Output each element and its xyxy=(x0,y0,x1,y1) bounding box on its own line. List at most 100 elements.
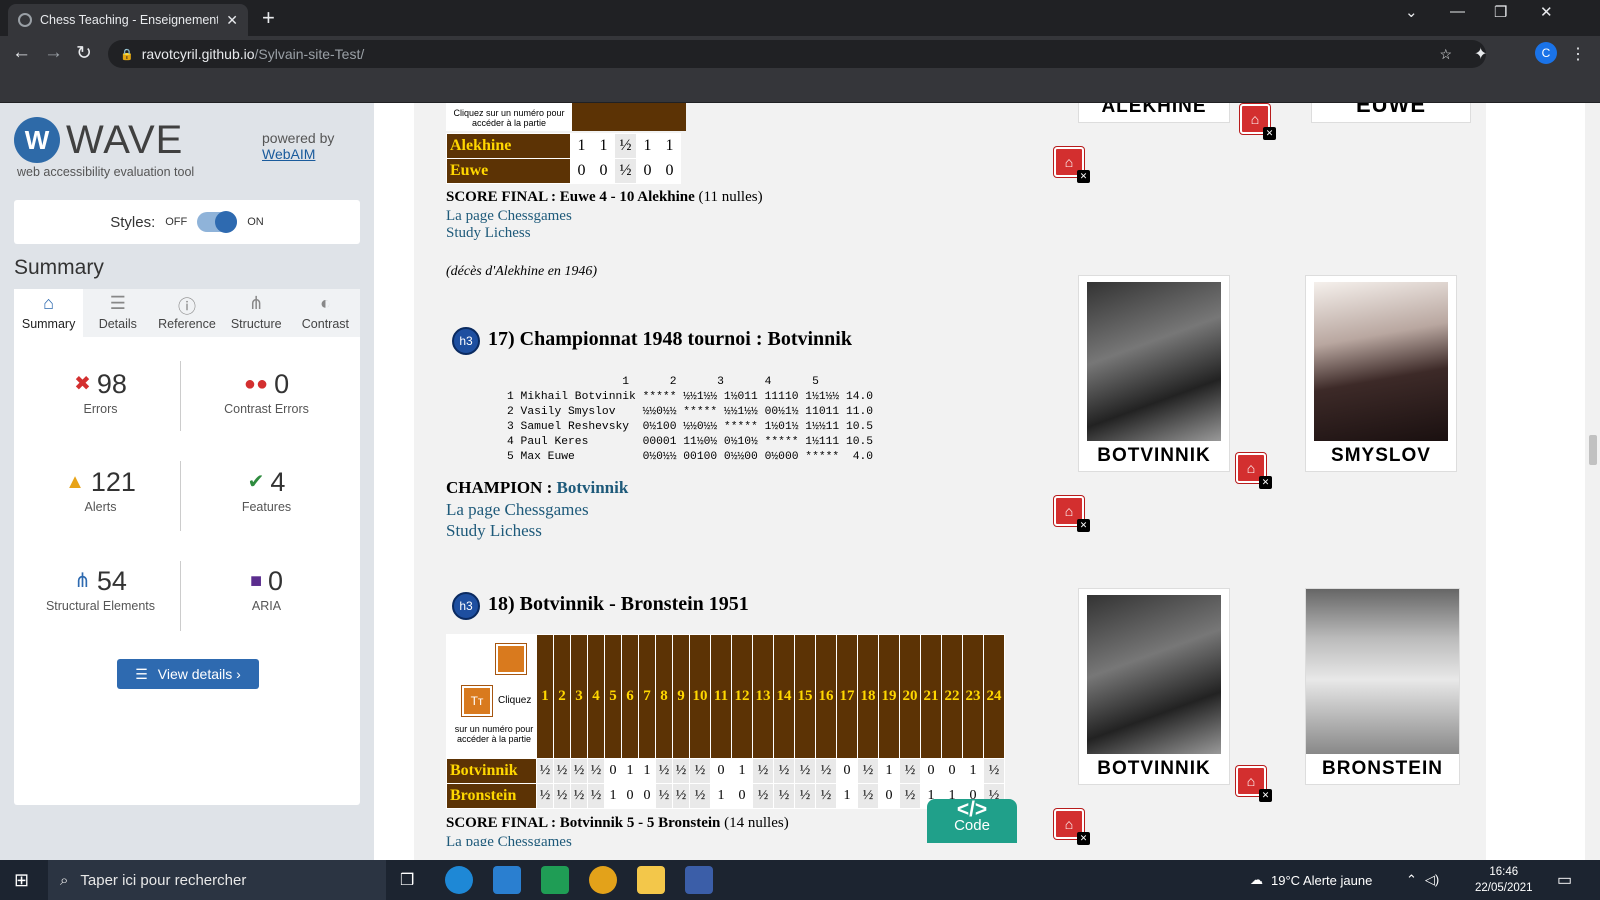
forward-arrow-icon[interactable]: → xyxy=(44,42,63,64)
alerts-stat[interactable]: ▲ 121 Alerts xyxy=(14,467,187,514)
scrollbar-thumb[interactable] xyxy=(1589,435,1597,465)
score-cell[interactable]: ½ xyxy=(536,758,554,784)
game-number-cell[interactable]: 15 xyxy=(794,634,816,759)
app-icon[interactable] xyxy=(685,866,713,894)
score-cell[interactable]: ½ xyxy=(794,758,816,784)
game-number-cell[interactable]: 7 xyxy=(638,634,656,759)
task-view-icon[interactable]: ❒ xyxy=(400,870,414,890)
sheets-icon[interactable] xyxy=(541,866,569,894)
score-cell[interactable]: ½ xyxy=(614,158,637,184)
contrast-stat[interactable]: ●● 0 Contrast Errors xyxy=(180,369,353,416)
score-cell[interactable]: 1 xyxy=(836,783,858,809)
game-number-cell[interactable]: 16 xyxy=(815,634,837,759)
structural-stat[interactable]: ⋔ 54 Structural Elements xyxy=(14,566,187,613)
game-number-cell[interactable]: 11 xyxy=(710,634,732,759)
vscode-icon[interactable] xyxy=(493,866,521,894)
score-cell[interactable]: ½ xyxy=(689,783,711,809)
wave-h3-icon[interactable]: h3 xyxy=(452,592,480,620)
score-cell[interactable]: 0 xyxy=(592,158,615,184)
score-cell[interactable]: 0 xyxy=(836,758,858,784)
score-cell[interactable]: 1 xyxy=(592,133,615,159)
score-cell[interactable]: ½ xyxy=(655,758,673,784)
tab-details[interactable]: ☰ Details xyxy=(83,289,152,337)
score-cell[interactable]: ½ xyxy=(773,783,795,809)
close-window-button[interactable]: ✕ xyxy=(1540,3,1553,21)
score-cell[interactable]: 1 xyxy=(962,758,984,784)
score-cell[interactable]: 1 xyxy=(570,133,593,159)
new-tab-button[interactable]: + xyxy=(262,5,275,31)
edge-icon[interactable] xyxy=(445,866,473,894)
tab-reference[interactable]: ⓘ Reference xyxy=(152,289,221,337)
score-cell[interactable]: 0 xyxy=(636,158,659,184)
wave-h3-icon[interactable]: h3 xyxy=(452,327,480,355)
chessgames-link[interactable]: La page Chessgames xyxy=(446,500,589,520)
aria-stat[interactable]: ■ 0 ARIA xyxy=(180,566,353,613)
score-cell[interactable]: 0 xyxy=(604,758,622,784)
score-cell[interactable]: 1 xyxy=(710,783,732,809)
wave-error-image-icon[interactable]: ⌂ ✕ xyxy=(1240,104,1276,140)
game-number-cell[interactable]: 19 xyxy=(878,634,900,759)
chessgames-link[interactable]: La page Chessgames xyxy=(446,834,572,846)
game-number-cell[interactable]: 4 xyxy=(587,634,605,759)
score-cell[interactable]: 0 xyxy=(941,758,963,784)
styles-toggle[interactable] xyxy=(197,211,238,233)
volume-icon[interactable]: ◁) xyxy=(1425,872,1439,888)
score-cell[interactable]: 0 xyxy=(920,758,942,784)
score-cell[interactable]: ½ xyxy=(553,758,571,784)
score-cell[interactable]: ½ xyxy=(570,758,588,784)
score-cell[interactable]: ½ xyxy=(857,783,879,809)
score-cell[interactable]: ½ xyxy=(689,758,711,784)
score-cell[interactable]: 1 xyxy=(621,758,639,784)
wave-error-image-icon[interactable]: ⌂ ✕ xyxy=(1236,453,1272,489)
page-scrollbar[interactable] xyxy=(1585,103,1600,860)
score-cell[interactable]: ½ xyxy=(587,758,605,784)
minimize-button[interactable]: — xyxy=(1450,3,1465,20)
score-cell[interactable]: 0 xyxy=(570,158,593,184)
wave-error-image-icon[interactable]: ⌂ ✕ xyxy=(1054,809,1090,845)
extensions-icon[interactable]: ✦ xyxy=(1474,44,1487,64)
score-cell[interactable]: 0 xyxy=(710,758,732,784)
notifications-icon[interactable]: ▭ xyxy=(1557,870,1572,890)
score-cell[interactable]: ½ xyxy=(587,783,605,809)
taskbar-search[interactable]: ⌕ Taper ici pour rechercher xyxy=(48,860,386,900)
score-cell[interactable]: 0 xyxy=(638,783,656,809)
menu-kebab-icon[interactable]: ⋮ xyxy=(1570,44,1586,64)
lichess-link[interactable]: Study Lichess xyxy=(446,225,531,242)
game-number-cell[interactable]: 2 xyxy=(553,634,571,759)
score-cell[interactable]: ½ xyxy=(815,758,837,784)
wave-error-image-icon[interactable]: ⌂ ✕ xyxy=(1236,766,1272,802)
webaim-link[interactable]: WebAIM xyxy=(262,146,334,162)
score-cell[interactable]: ½ xyxy=(614,133,637,159)
game-number-cell[interactable]: 9 xyxy=(672,634,690,759)
score-cell[interactable]: ½ xyxy=(752,783,774,809)
score-cell[interactable]: ½ xyxy=(899,783,921,809)
score-cell[interactable]: ½ xyxy=(672,783,690,809)
chevron-up-icon[interactable]: ⌃ xyxy=(1406,872,1417,888)
wave-error-image-icon[interactable]: ⌂ ✕ xyxy=(1054,496,1090,532)
score-cell[interactable]: ½ xyxy=(815,783,837,809)
game-number-cell[interactable]: 17 xyxy=(836,634,858,759)
close-tab-icon[interactable]: ✕ xyxy=(226,12,238,29)
avatar[interactable]: C xyxy=(1535,42,1557,64)
score-cell[interactable]: 0 xyxy=(621,783,639,809)
score-cell[interactable]: ½ xyxy=(672,758,690,784)
lichess-link[interactable]: Study Lichess xyxy=(446,521,542,541)
game-number-cell[interactable]: 13 xyxy=(752,634,774,759)
score-cell[interactable]: 0 xyxy=(731,783,753,809)
chessgames-link[interactable]: La page Chessgames xyxy=(446,208,572,225)
score-cell[interactable]: ½ xyxy=(752,758,774,784)
score-cell[interactable]: 1 xyxy=(636,133,659,159)
score-cell[interactable]: ½ xyxy=(983,758,1005,784)
game-number-cell[interactable]: 20 xyxy=(899,634,921,759)
system-tray[interactable]: ⌃ ◁) xyxy=(1406,860,1439,900)
code-toggle-button[interactable]: </> Code xyxy=(927,799,1017,843)
wave-error-image-icon[interactable]: ⌂ ✕ xyxy=(1054,147,1090,183)
tab-summary[interactable]: ⌂ Summary xyxy=(14,289,84,337)
bookmark-star-icon[interactable]: ☆ xyxy=(1439,46,1452,63)
game-number-cell[interactable]: 22 xyxy=(941,634,963,759)
view-details-button[interactable]: ☰ View details › xyxy=(117,659,259,689)
score-cell[interactable]: ½ xyxy=(899,758,921,784)
tab-search-icon[interactable]: ⌄ xyxy=(1405,3,1418,21)
game-number-cell[interactable]: 18 xyxy=(857,634,879,759)
score-cell[interactable]: ½ xyxy=(794,783,816,809)
